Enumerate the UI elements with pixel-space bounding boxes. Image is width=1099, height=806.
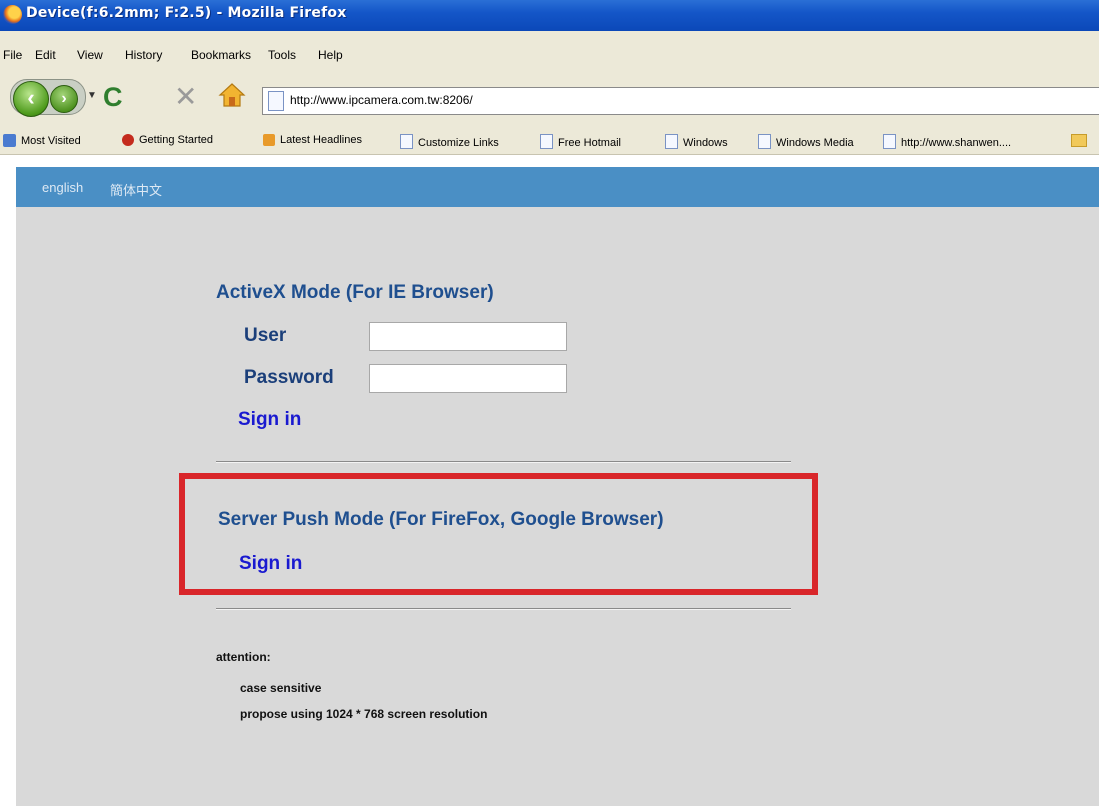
lang-chinese-link[interactable]: 簡体中文 [110, 180, 162, 199]
bookmark-customize-links[interactable]: Customize Links [400, 134, 499, 149]
bookmark-windows-media[interactable]: Windows Media [758, 134, 854, 149]
page-icon [758, 134, 771, 149]
rss-feed-icon [263, 134, 275, 146]
password-input[interactable] [369, 364, 567, 393]
menu-history[interactable]: History [125, 48, 162, 62]
menu-tools[interactable]: Tools [268, 48, 296, 62]
attention-note: propose using 1024 * 768 screen resoluti… [240, 707, 488, 721]
most-visited-icon [3, 134, 16, 147]
bookmark-folder[interactable] [1071, 134, 1092, 147]
activex-mode-title: ActiveX Mode (For IE Browser) [216, 282, 494, 303]
window-title: Device(f:6.2mm; F:2.5) - Mozilla Firefox [26, 5, 347, 21]
reload-icon[interactable]: C [103, 82, 123, 113]
user-input[interactable] [369, 322, 567, 351]
address-bar[interactable]: http://www.ipcamera.com.tw:8206/ [262, 87, 1099, 115]
bookmark-free-hotmail[interactable]: Free Hotmail [540, 134, 621, 149]
page-icon [400, 134, 413, 149]
password-label: Password [244, 367, 334, 388]
history-dropdown-icon[interactable]: ▼ [87, 90, 97, 101]
bookmark-getting-started[interactable]: Getting Started [122, 134, 213, 146]
attention-heading: attention: [216, 650, 271, 664]
stop-icon[interactable]: ✕ [174, 80, 197, 113]
web-page: english 簡体中文 ActiveX Mode (For IE Browse… [0, 155, 1099, 806]
server-push-signin-link[interactable]: Sign in [239, 553, 302, 575]
page-icon [665, 134, 678, 149]
bookmark-most-visited[interactable]: Most Visited [3, 134, 81, 147]
firefox-logo-icon [3, 5, 22, 24]
back-button[interactable]: ‹ [13, 81, 49, 117]
bookmarks-toolbar: Most Visited Getting Started Latest Head… [0, 128, 1099, 155]
login-panel: ActiveX Mode (For IE Browser) User Passw… [16, 207, 1099, 806]
menu-bookmarks[interactable]: Bookmarks [191, 48, 251, 62]
page-icon [883, 134, 896, 149]
menu-view[interactable]: View [77, 48, 103, 62]
user-label: User [244, 325, 287, 346]
divider [216, 608, 791, 610]
window-title-bar: Device(f:6.2mm; F:2.5) - Mozilla Firefox [0, 0, 1099, 31]
language-bar: english 簡体中文 [16, 167, 1099, 207]
bookmark-windows[interactable]: Windows [665, 134, 728, 149]
highlight-box [179, 473, 818, 595]
attention-note: case sensitive [240, 681, 322, 695]
menu-help[interactable]: Help [318, 48, 343, 62]
menu-edit[interactable]: Edit [35, 48, 56, 62]
menu-bar: File Edit View History Bookmarks Tools H… [0, 31, 1099, 69]
page-icon [540, 134, 553, 149]
page-icon [268, 91, 284, 111]
menu-file[interactable]: File [3, 48, 22, 62]
bookmark-shanwen[interactable]: http://www.shanwen.... [883, 134, 1011, 149]
forward-button[interactable]: › [50, 85, 78, 113]
getting-started-icon [122, 134, 134, 146]
navigation-toolbar: ‹ › ▼ C ✕ http://www.ipcamera.com.tw:820… [0, 68, 1099, 128]
home-icon[interactable] [217, 80, 247, 110]
server-push-mode-title: Server Push Mode (For FireFox, Google Br… [218, 509, 664, 530]
activex-signin-link[interactable]: Sign in [238, 409, 301, 431]
bookmark-latest-headlines[interactable]: Latest Headlines [263, 134, 362, 146]
lang-english-link[interactable]: english [42, 180, 83, 195]
folder-icon [1071, 134, 1087, 147]
divider [216, 461, 791, 463]
address-text[interactable]: http://www.ipcamera.com.tw:8206/ [290, 93, 473, 107]
